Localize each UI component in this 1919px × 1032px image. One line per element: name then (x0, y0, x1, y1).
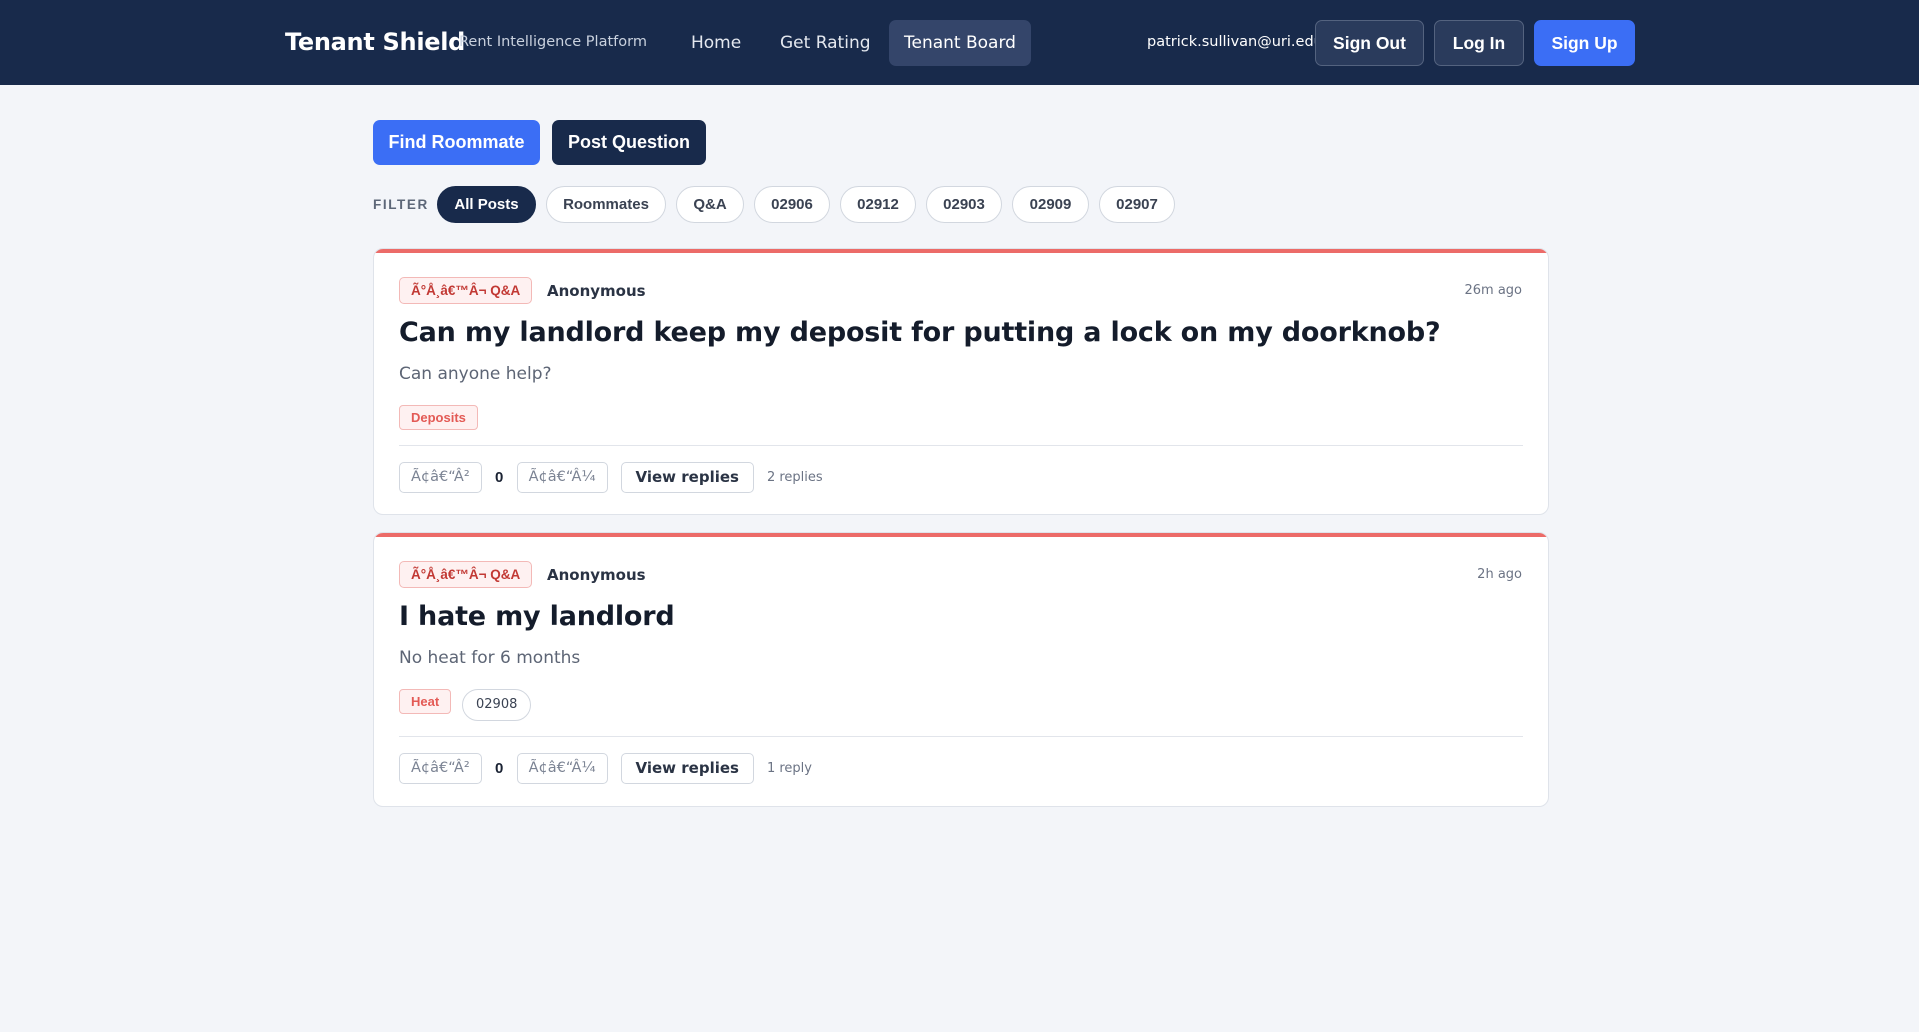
filter-chip-02906[interactable]: 02906 (754, 186, 830, 223)
downvote-button[interactable]: Ã¢â€“Â¼ (516, 753, 608, 784)
post-card[interactable]: Ã°Å¸â€™Â¬ Q&A Anonymous 2h ago I hate my… (373, 532, 1549, 807)
zip-tag: 02908 (462, 689, 532, 721)
post-type-badge: Ã°Å¸â€™Â¬ Q&A (399, 277, 533, 304)
topic-tag: Heat (399, 689, 452, 714)
post-body: Can anyone help? (399, 364, 552, 384)
post-question-button[interactable]: Post Question (552, 120, 706, 165)
filter-chip-02909[interactable]: 02909 (1012, 186, 1089, 223)
upvote-button[interactable]: Ã¢â€“Â² (399, 753, 482, 784)
filter-chip-qa[interactable]: Q&A (676, 186, 744, 223)
filter-chip-02912[interactable]: 02912 (840, 186, 916, 223)
user-email: patrick.sullivan@uri.edu (1147, 34, 1323, 50)
nav-home[interactable]: Home (676, 20, 756, 66)
filter-chip-roommates[interactable]: Roommates (546, 186, 666, 223)
post-author: Anonymous (547, 282, 646, 300)
sign-out-button[interactable]: Sign Out (1315, 20, 1424, 66)
post-body: No heat for 6 months (399, 648, 581, 668)
post-timestamp: 26m ago (1464, 283, 1522, 298)
find-roommate-button[interactable]: Find Roommate (373, 120, 540, 165)
post-card[interactable]: Ã°Å¸â€™Â¬ Q&A Anonymous 26m ago Can my l… (373, 248, 1549, 515)
post-timestamp: 2h ago (1477, 567, 1522, 582)
upvote-button[interactable]: Ã¢â€“Â² (399, 462, 482, 493)
view-replies-button[interactable]: View replies (620, 753, 754, 784)
card-divider (399, 736, 1523, 737)
log-in-button[interactable]: Log In (1434, 20, 1524, 66)
topic-tag: Deposits (399, 405, 478, 430)
card-divider (399, 445, 1523, 446)
post-footer: Ã¢â€“Â² 0 Ã¢â€“Â¼ View replies 2 replies (399, 462, 823, 493)
filter-chip-all-posts[interactable]: All Posts (437, 186, 536, 223)
vote-score: 0 (494, 469, 504, 486)
brand-tagline: Rent Intelligence Platform (459, 34, 647, 50)
post-title[interactable]: I hate my landlord (399, 601, 675, 632)
post-title[interactable]: Can my landlord keep my deposit for putt… (399, 317, 1441, 348)
post-footer: Ã¢â€“Â² 0 Ã¢â€“Â¼ View replies 1 reply (399, 753, 812, 784)
filter-chip-02903[interactable]: 02903 (926, 186, 1002, 223)
brand-logo[interactable]: Tenant Shield (285, 28, 465, 56)
nav-tenant-board[interactable]: Tenant Board (889, 20, 1031, 66)
reply-count: 1 reply (766, 761, 812, 776)
filter-chip-02907[interactable]: 02907 (1099, 186, 1175, 223)
top-nav-bar: Tenant Shield Rent Intelligence Platform… (0, 0, 1919, 85)
post-author: Anonymous (547, 566, 646, 584)
sign-up-button[interactable]: Sign Up (1534, 20, 1635, 66)
vote-score: 0 (494, 760, 504, 777)
post-type-badge: Ã°Å¸â€™Â¬ Q&A (399, 561, 533, 588)
downvote-button[interactable]: Ã¢â€“Â¼ (516, 462, 608, 493)
reply-count: 2 replies (766, 470, 823, 485)
view-replies-button[interactable]: View replies (620, 462, 754, 493)
nav-get-rating[interactable]: Get Rating (765, 20, 886, 66)
filter-label: FILTER (373, 197, 429, 212)
